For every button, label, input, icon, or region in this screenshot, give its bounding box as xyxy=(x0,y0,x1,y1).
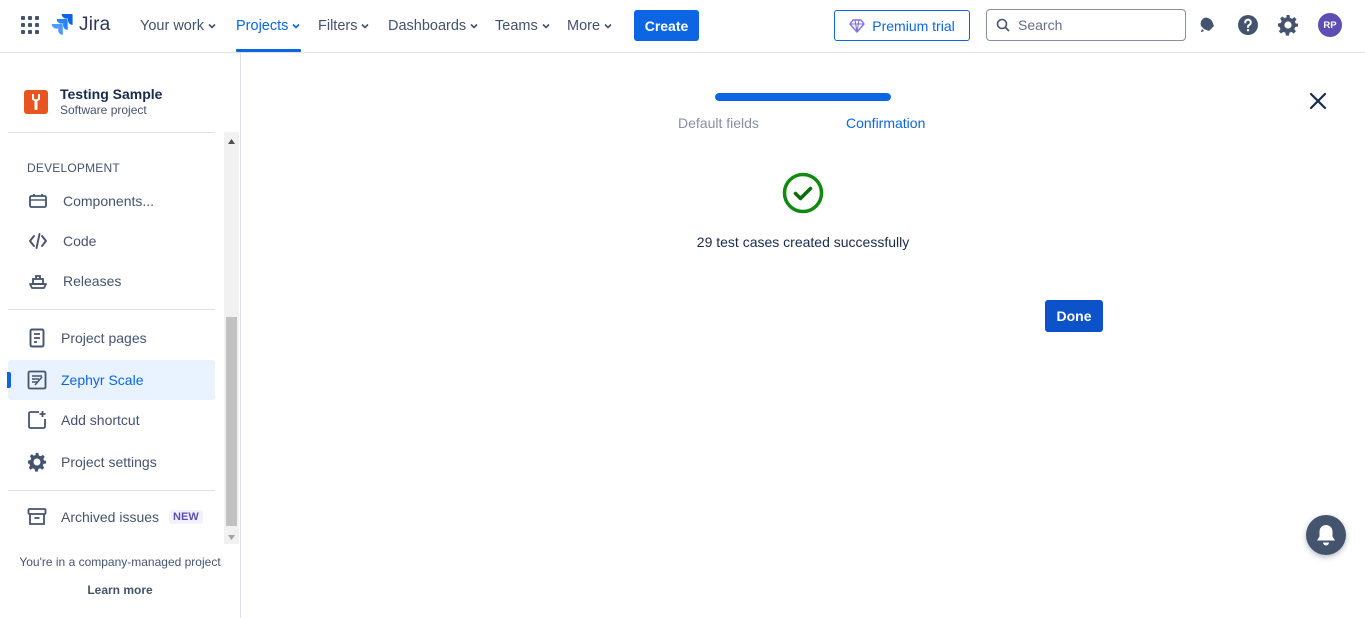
wizard-progress-bar xyxy=(715,93,891,101)
sidebar-scrollbar[interactable] xyxy=(224,132,239,544)
search-input[interactable] xyxy=(1018,17,1178,33)
project-sidebar: Testing Sample Software project DEVELOPM… xyxy=(0,53,241,618)
sidebar-item-project-settings[interactable]: Project settings xyxy=(8,442,215,482)
sidebar-item-label: Project pages xyxy=(61,330,147,346)
nav-dashboards[interactable]: Dashboards xyxy=(388,0,479,52)
sidebar-item-components[interactable]: Components... xyxy=(8,181,215,221)
step-default-fields: Default fields xyxy=(678,115,759,131)
chevron-down-icon xyxy=(470,23,478,29)
notifications-icon[interactable] xyxy=(1197,14,1219,36)
scroll-down-arrow-icon[interactable] xyxy=(224,530,239,544)
search-icon xyxy=(996,18,1010,32)
project-name: Testing Sample xyxy=(60,86,163,102)
sidebar-item-label: Add shortcut xyxy=(61,412,140,428)
close-icon[interactable] xyxy=(1306,89,1330,113)
project-type: Software project xyxy=(60,103,147,117)
page-icon xyxy=(27,328,47,348)
scrollbar-thumb[interactable] xyxy=(226,317,237,526)
sidebar-item-label: Releases xyxy=(63,273,122,289)
archive-icon xyxy=(27,507,47,527)
nav-your-work[interactable]: Your work xyxy=(140,0,217,52)
sidebar-item-label: Zephyr Scale xyxy=(61,372,144,388)
premium-trial-label: Premium trial xyxy=(872,17,955,34)
project-header[interactable]: Testing Sample Software project xyxy=(24,86,162,118)
jira-home-link[interactable]: Jira xyxy=(51,12,110,38)
wizard-progress-fill xyxy=(715,93,891,101)
sidebar-item-label: Components... xyxy=(63,193,155,209)
nav-label: Filters xyxy=(318,18,358,34)
sidebar-item-code[interactable]: Code xyxy=(8,221,215,261)
sidebar-item-add-shortcut[interactable]: Add shortcut xyxy=(8,400,215,440)
nav-label: Your work xyxy=(140,18,204,34)
premium-trial-button[interactable]: Premium trial xyxy=(834,10,970,41)
create-button[interactable]: Create xyxy=(634,10,699,41)
top-navigation: Jira Your work Projects Filters Dashboar… xyxy=(0,0,1365,53)
zephyr-icon xyxy=(27,370,47,390)
diamond-icon xyxy=(849,18,865,33)
sidebar-item-project-pages[interactable]: Project pages xyxy=(8,318,215,358)
nav-label: Dashboards xyxy=(388,18,467,34)
section-heading-development: DEVELOPMENT xyxy=(27,161,120,175)
nav-filters[interactable]: Filters xyxy=(318,0,370,52)
nav-teams[interactable]: Teams xyxy=(495,0,551,52)
company-managed-note: You're in a company-managed project xyxy=(19,555,221,569)
notification-bell-button[interactable] xyxy=(1306,515,1346,555)
learn-more-link[interactable]: Learn more xyxy=(0,583,240,597)
divider xyxy=(8,490,215,491)
chevron-down-icon xyxy=(292,23,300,29)
nav-label: Teams xyxy=(495,18,538,34)
divider xyxy=(8,309,215,310)
gear-icon xyxy=(27,452,47,472)
chevron-down-icon xyxy=(208,23,216,29)
nav-label: Projects xyxy=(236,18,289,34)
sidebar-item-label: Code xyxy=(63,233,97,249)
nav-projects[interactable]: Projects xyxy=(236,0,302,52)
chevron-down-icon xyxy=(542,23,550,29)
success-check-icon xyxy=(782,172,824,214)
done-button[interactable]: Done xyxy=(1045,300,1103,332)
success-message: 29 test cases created successfully xyxy=(696,234,910,250)
releases-icon xyxy=(28,271,48,291)
components-icon xyxy=(28,191,48,211)
search-box[interactable] xyxy=(986,9,1186,41)
step-confirmation: Confirmation xyxy=(846,115,926,131)
bell-icon xyxy=(1317,525,1335,546)
add-shortcut-icon xyxy=(27,410,47,430)
code-icon xyxy=(28,231,48,251)
settings-icon[interactable] xyxy=(1277,14,1299,36)
nav-label: More xyxy=(567,18,601,34)
scroll-up-arrow-icon[interactable] xyxy=(224,134,239,148)
sidebar-item-zephyr-scale[interactable]: Zephyr Scale xyxy=(7,360,215,400)
app-name: Jira xyxy=(79,14,111,35)
sidebar-item-releases[interactable]: Releases xyxy=(8,261,215,301)
sidebar-item-label: Archived issues xyxy=(61,509,160,525)
sidebar-item-label: Project settings xyxy=(61,454,157,470)
nav-more[interactable]: More xyxy=(567,0,613,52)
help-icon[interactable] xyxy=(1237,14,1259,36)
chevron-down-icon xyxy=(361,23,370,29)
sidebar-item-archived-issues[interactable]: Archived issues NEW xyxy=(8,497,215,537)
chevron-down-icon xyxy=(604,23,612,29)
app-switcher-icon[interactable] xyxy=(20,15,40,35)
user-avatar[interactable]: RP xyxy=(1318,13,1342,37)
divider xyxy=(8,132,215,133)
jira-logo-icon xyxy=(51,13,73,35)
project-avatar-icon xyxy=(24,90,48,114)
new-badge: NEW xyxy=(169,510,203,524)
